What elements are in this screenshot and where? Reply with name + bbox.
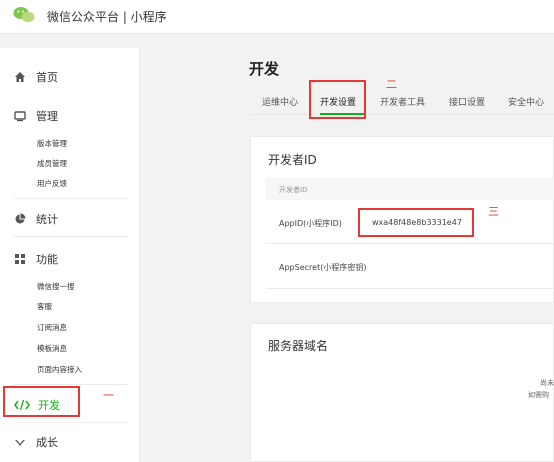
sidebar-subitem-members[interactable]: 成员管理 [37, 158, 67, 169]
wechat-logo-icon [13, 7, 35, 23]
table-header-row [266, 178, 554, 200]
appsecret-label: AppSecret(小程序密钥) [279, 263, 367, 272]
sidebar-subitem-feedback[interactable]: 用户反馈 [37, 178, 67, 189]
platform-title[interactable]: 微信公众平台 | 小程序 [47, 8, 167, 25]
sidebar-item-home-label: 首页 [36, 71, 58, 84]
tabs-divider [250, 114, 554, 115]
sidebar-divider [14, 236, 128, 237]
monitor-icon [14, 110, 26, 122]
server-domain-notice-line2: 如需购 [528, 391, 549, 399]
sidebar-subitem-subscribe[interactable]: 订阅消息 [37, 322, 67, 333]
sidebar-item-stats[interactable]: 统计 [14, 211, 58, 227]
developer-id-title: 开发者ID [268, 153, 317, 167]
table-header-label: 开发者ID [279, 186, 308, 194]
table-row-divider [266, 243, 554, 244]
top-bar: 微信公众平台 | 小程序 [0, 0, 554, 34]
annotation-mark-one: 一 [103, 389, 114, 402]
sidebar-item-features-label: 功能 [36, 253, 58, 266]
sidebar-subitem-page-content[interactable]: 页面内容接入 [37, 364, 82, 375]
sidebar-subitem-service[interactable]: 客服 [37, 301, 52, 312]
sidebar-item-manage[interactable]: 管理 [14, 108, 58, 124]
sidebar-item-growth[interactable]: 成长 [14, 434, 58, 450]
sidebar-divider [14, 422, 128, 423]
server-domain-title: 服务器域名 [268, 339, 329, 353]
annotation-box-appid [358, 208, 474, 237]
tab-ops-center[interactable]: 运维中心 [262, 95, 298, 108]
annotation-mark-two: 二 [386, 78, 397, 91]
home-icon [14, 71, 26, 83]
tab-dev-tools[interactable]: 开发者工具 [380, 95, 425, 108]
sidebar-divider [14, 198, 128, 199]
pie-chart-icon [14, 213, 26, 225]
sidebar-item-features[interactable]: 功能 [14, 251, 58, 267]
annotation-box-tab [309, 80, 366, 119]
sidebar-item-home[interactable]: 首页 [14, 69, 58, 85]
tab-api-settings[interactable]: 接口设置 [449, 95, 485, 108]
sidebar-item-stats-label: 统计 [36, 213, 58, 226]
appid-label: AppID(小程序ID) [279, 219, 342, 228]
sidebar-subitem-version[interactable]: 版本管理 [37, 138, 67, 149]
sidebar-divider [14, 384, 128, 385]
page-title: 开发 [249, 60, 280, 78]
growth-icon [14, 436, 26, 448]
tab-security-center[interactable]: 安全中心 [508, 95, 544, 108]
grid-icon [14, 253, 26, 265]
annotation-box-develop [3, 386, 80, 417]
table-row-divider [266, 288, 554, 289]
server-domain-notice-line1: 尚未 [540, 379, 554, 387]
annotation-mark-three: 三 [488, 205, 499, 218]
sidebar-item-growth-label: 成长 [36, 436, 58, 449]
sidebar-item-manage-label: 管理 [36, 110, 58, 123]
sidebar-subitem-template[interactable]: 模板消息 [37, 343, 67, 354]
sidebar-subitem-search[interactable]: 微信搜一搜 [37, 281, 75, 292]
